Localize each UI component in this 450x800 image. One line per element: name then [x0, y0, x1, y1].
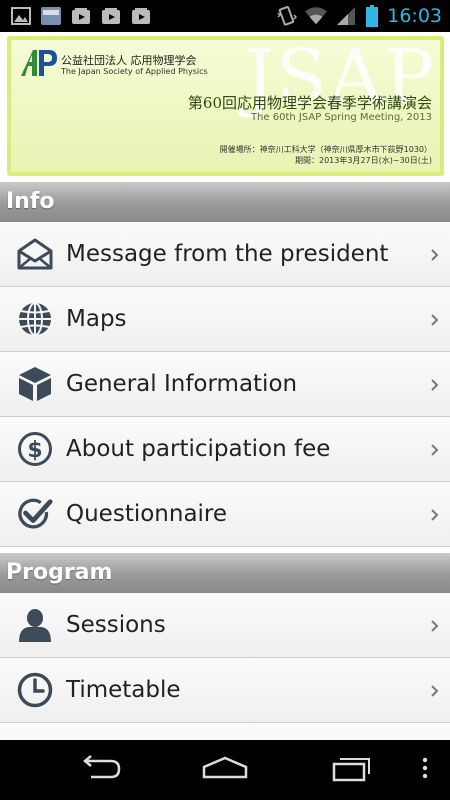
dates-text: 期間：2013年3月27日(水)~30日(土)	[295, 156, 432, 165]
overflow-menu-icon	[422, 756, 428, 784]
menu-item-label: Sessions	[66, 612, 166, 638]
section-header-info: Info	[0, 182, 450, 222]
vibrate-icon	[275, 6, 298, 26]
menu-item-partial[interactable]	[0, 723, 450, 740]
clock-icon	[17, 672, 53, 708]
home-button[interactable]	[195, 750, 255, 790]
back-button[interactable]	[70, 750, 130, 790]
menu-item-general-information[interactable]: General Information	[0, 352, 450, 417]
home-icon	[200, 755, 250, 785]
chevron-right-icon	[430, 658, 440, 723]
menu-item-questionnaire[interactable]: Questionnaire	[0, 482, 450, 547]
youtube-icon	[70, 6, 92, 26]
chevron-right-icon	[430, 417, 440, 482]
check-circle-icon	[17, 496, 53, 532]
person-icon	[17, 607, 53, 643]
header-banner: JSAP 公益社団法人 応用物理学会 The Japan Society of …	[0, 32, 450, 180]
app-thumbnail-icon	[40, 6, 62, 26]
menu-item-label: Message from the president	[66, 241, 389, 267]
chevron-right-icon	[430, 287, 440, 352]
meeting-title-en: The 60th JSAP Spring Meeting, 2013	[250, 112, 432, 123]
recent-apps-icon	[330, 754, 374, 786]
chevron-right-icon	[430, 352, 440, 417]
back-icon	[77, 755, 123, 785]
menu-item-maps[interactable]: Maps	[0, 287, 450, 352]
menu-item-timetable[interactable]: Timetable	[0, 658, 450, 723]
youtube-icon	[100, 6, 122, 26]
org-name-jp: 公益社団法人 応用物理学会	[61, 54, 197, 67]
chevron-right-icon	[430, 222, 440, 287]
menu-item-label: About participation fee	[66, 436, 331, 462]
youtube-icon	[130, 6, 152, 26]
envelope-icon	[17, 236, 53, 272]
chevron-right-icon	[430, 482, 440, 547]
wifi-icon	[305, 6, 328, 26]
org-name-en: The Japan Society of Applied Physics	[61, 67, 208, 76]
signal-icon	[335, 6, 357, 26]
menu-item-label: General Information	[66, 371, 298, 397]
status-bar: 16:03	[0, 0, 450, 32]
section-header-program: Program	[0, 553, 450, 593]
battery-icon	[365, 5, 379, 27]
gallery-icon	[10, 6, 32, 26]
conference-banner: JSAP 公益社団法人 応用物理学会 The Japan Society of …	[7, 36, 444, 176]
dollar-icon: $	[17, 431, 53, 467]
status-clock: 16:03	[387, 5, 442, 27]
recent-apps-button[interactable]	[322, 750, 382, 790]
menu-item-participation-fee[interactable]: $ About participation fee	[0, 417, 450, 482]
svg-text:$: $	[27, 438, 42, 463]
jsap-logo-icon	[19, 46, 59, 82]
venue-text: 開催場所：神奈川工科大学（神奈川県厚木市下荻野1030）	[219, 145, 432, 154]
menu-item-label: Questionnaire	[66, 501, 228, 527]
meeting-title-jp: 第60回応用物理学会春季学術講演会	[187, 94, 432, 112]
chevron-right-icon	[430, 593, 440, 658]
menu-item-message-from-president[interactable]: Message from the president	[0, 222, 450, 287]
overflow-menu-button[interactable]	[400, 750, 450, 790]
navigation-bar	[0, 740, 450, 800]
menu-item-sessions[interactable]: Sessions	[0, 593, 450, 658]
cube-icon	[17, 366, 53, 402]
globe-icon	[17, 301, 53, 337]
menu-item-label: Timetable	[66, 677, 181, 703]
menu-item-label: Maps	[66, 306, 127, 332]
app-screen: JSAP 公益社団法人 応用物理学会 The Japan Society of …	[0, 32, 450, 740]
